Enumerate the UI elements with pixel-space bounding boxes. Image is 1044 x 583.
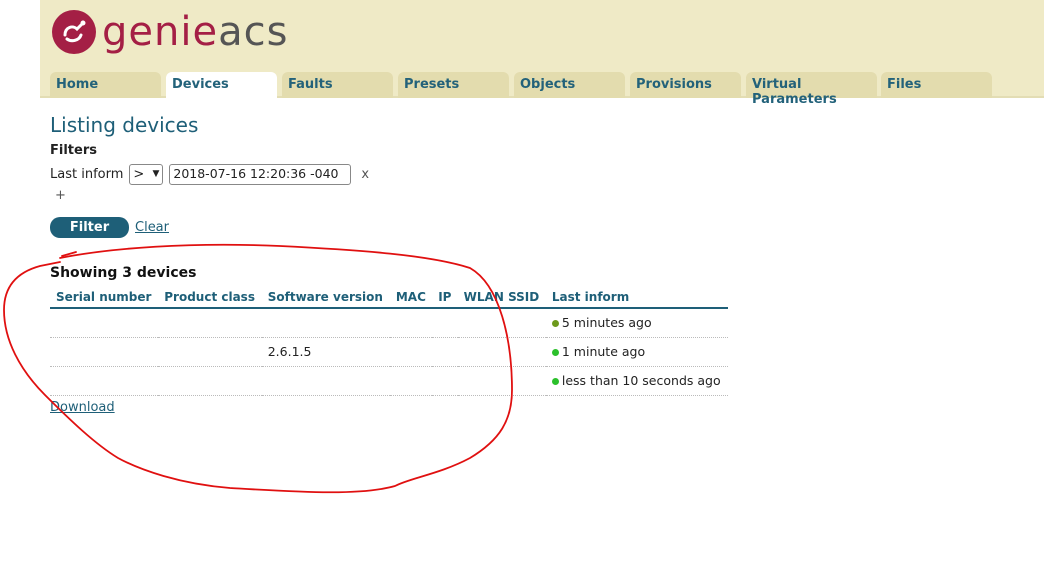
cell-wlan-ssid: [457, 337, 546, 367]
genie-lamp-icon: [52, 10, 96, 54]
cell-product-class: [158, 337, 262, 367]
column-ip[interactable]: IP: [432, 288, 458, 309]
filter-operator-value: >: [133, 166, 145, 182]
main-content: Listing devices Filters Last inform > ▼ …: [50, 112, 730, 415]
filter-operator-select[interactable]: > ▼: [129, 163, 164, 185]
last-inform-text: less than 10 seconds ago: [561, 373, 721, 388]
remove-filter-icon[interactable]: x: [361, 167, 369, 182]
devices-table: Serial number Product class Software ver…: [50, 288, 728, 396]
last-inform-text: 5 minutes ago: [561, 315, 652, 331]
app-header: genieacs Home Devices Faults Presets Obj…: [40, 0, 1044, 107]
cell-last-inform: 5 minutes ago: [545, 308, 728, 338]
tab-objects[interactable]: Objects: [514, 72, 625, 98]
logo-acs-text: acs: [218, 9, 289, 55]
page-title: Listing devices: [50, 113, 199, 137]
column-software-version[interactable]: Software version: [261, 288, 390, 309]
cell-ip: [432, 366, 458, 396]
column-last-inform[interactable]: Last inform: [545, 288, 728, 309]
logo-genie-text: genie: [102, 9, 219, 55]
add-filter-icon[interactable]: +: [55, 188, 730, 203]
filter-button[interactable]: Filter: [50, 217, 129, 238]
cell-software-version: [261, 308, 390, 338]
tab-virtual-parameters[interactable]: Virtual Parameters: [746, 72, 877, 107]
download-link[interactable]: Download: [50, 400, 115, 415]
column-product-class[interactable]: Product class: [158, 288, 262, 309]
cell-last-inform: 1 minute ago: [545, 337, 728, 367]
cell-mac: [389, 308, 433, 338]
genieacs-logo[interactable]: genieacs: [52, 10, 288, 54]
column-wlan-ssid[interactable]: WLAN SSID: [457, 288, 546, 309]
cell-mac: [389, 366, 433, 396]
tab-devices[interactable]: Devices: [166, 72, 277, 100]
cell-serial: [50, 366, 159, 396]
cell-ip: [432, 308, 458, 338]
cell-serial: [50, 308, 159, 338]
table-header-row: Serial number Product class Software ver…: [50, 288, 728, 309]
main-nav-tabs: Home Devices Faults Presets Objects Prov…: [50, 72, 997, 107]
tab-provisions[interactable]: Provisions: [630, 72, 741, 98]
cell-last-inform: less than 10 seconds ago: [545, 366, 728, 396]
device-count-heading: Showing 3 devices: [50, 265, 197, 281]
online-status-icon: [551, 320, 559, 328]
cell-wlan-ssid: [457, 308, 546, 338]
online-status-icon: [551, 349, 559, 356]
table-row[interactable]: 2.6.1.5 1 minute ago: [50, 337, 728, 367]
filter-row: Last inform > ▼ 2018-07-16 12:20:36 -040…: [50, 163, 730, 185]
column-mac[interactable]: MAC: [389, 288, 433, 309]
filter-actions: Filter Clear: [50, 217, 730, 238]
cell-ip: [432, 337, 458, 367]
table-row[interactable]: 5 minutes ago: [50, 308, 728, 338]
cell-software-version: 2.6.1.5: [261, 337, 390, 367]
tab-files[interactable]: Files: [881, 72, 992, 98]
online-status-icon: [551, 378, 559, 385]
last-inform-text: 1 minute ago: [561, 344, 646, 359]
filters-label: Filters: [50, 143, 97, 158]
tab-presets[interactable]: Presets: [398, 72, 509, 98]
logo-wordmark: genieacs: [102, 10, 288, 54]
column-serial-number[interactable]: Serial number: [50, 288, 159, 309]
chevron-down-icon: ▼: [152, 169, 160, 179]
table-row[interactable]: less than 10 seconds ago: [50, 366, 728, 396]
cell-product-class: [158, 366, 262, 396]
tab-home[interactable]: Home: [50, 72, 161, 98]
cell-mac: [389, 337, 433, 367]
clear-link[interactable]: Clear: [135, 220, 169, 235]
cell-wlan-ssid: [457, 366, 546, 396]
cell-software-version: [261, 366, 390, 396]
filter-value-input[interactable]: 2018-07-16 12:20:36 -040: [169, 163, 352, 185]
filter-param-label: Last inform: [50, 166, 124, 182]
cell-product-class: [158, 308, 262, 338]
tab-faults[interactable]: Faults: [282, 72, 393, 98]
cell-serial: [50, 337, 159, 367]
